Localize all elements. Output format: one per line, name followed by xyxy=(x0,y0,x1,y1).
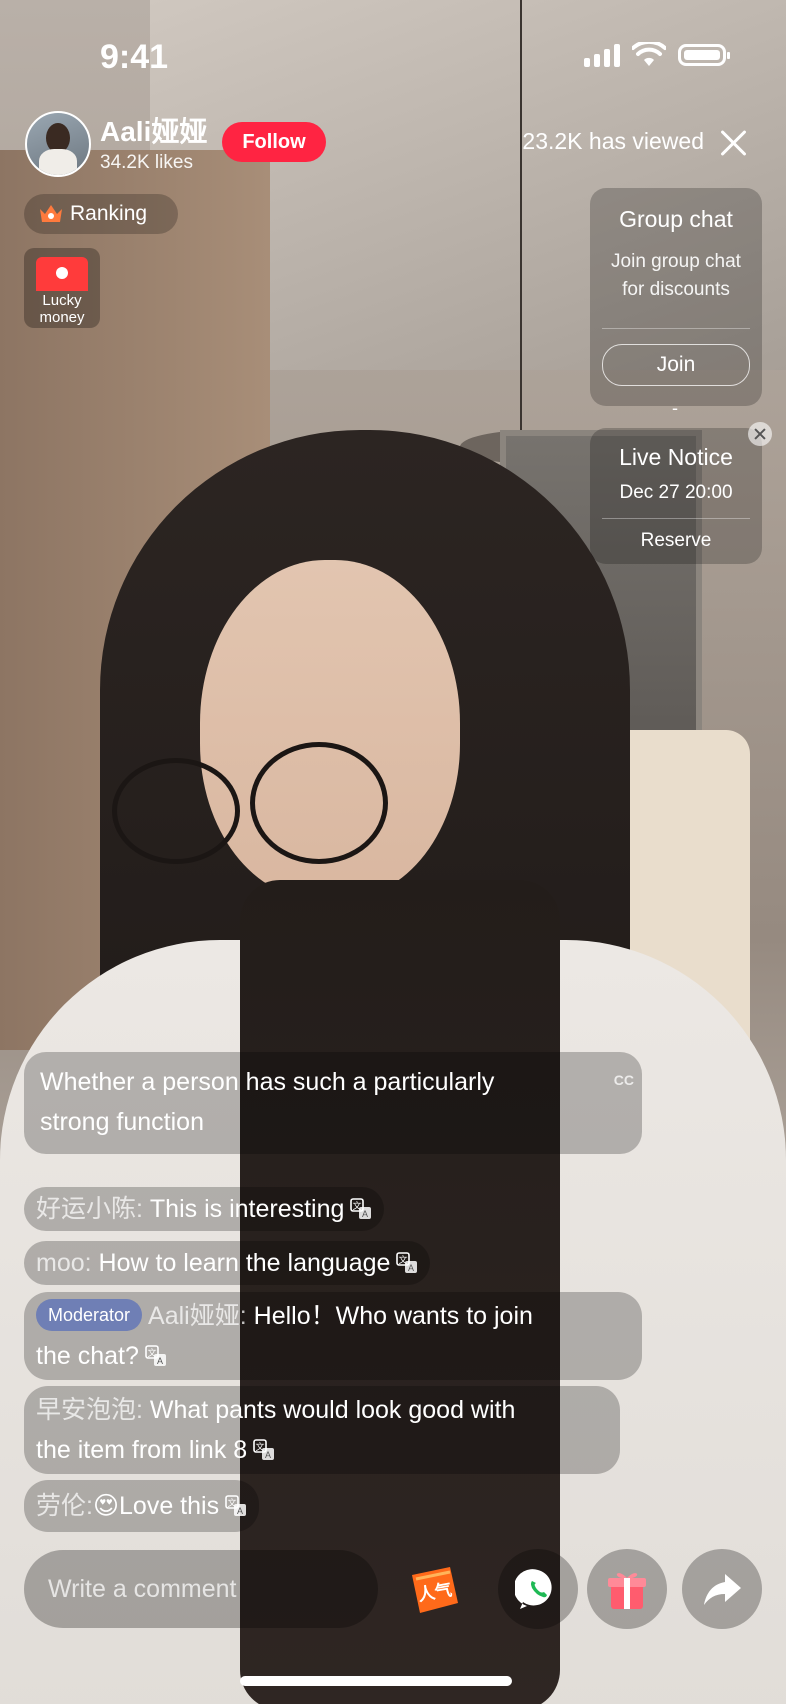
chat-nickname[interactable]: 劳伦: xyxy=(36,1492,93,1520)
chat-message[interactable]: 劳伦:😍Love this 文 A xyxy=(24,1480,260,1532)
red-envelope-icon xyxy=(36,257,88,291)
translate-icon[interactable]: 文A xyxy=(350,1198,372,1220)
group-chat-description-line2: for discounts xyxy=(622,279,730,300)
chat-nickname[interactable]: 早安泡泡: xyxy=(36,1396,143,1424)
group-chat-divider xyxy=(602,328,750,329)
reserve-button[interactable]: Reserve xyxy=(590,530,762,552)
ranking-button[interactable]: Ranking xyxy=(24,194,178,234)
group-chat-page-indicator: - xyxy=(672,398,678,418)
host-likes: 34.2K likes xyxy=(100,152,193,173)
group-chat-card: Group chat Join group chat for discounts… xyxy=(590,188,762,406)
phone-icon xyxy=(515,1569,552,1609)
svg-text:A: A xyxy=(157,1356,163,1366)
cc-badge[interactable]: CC xyxy=(614,1060,634,1100)
live-caption: CC Whether a person has such a particula… xyxy=(24,1052,642,1154)
chat-nickname[interactable]: Aali娅娅: xyxy=(148,1302,247,1330)
gift-icon xyxy=(608,1573,646,1609)
chat-text-line1: What pants would look good with xyxy=(142,1396,516,1424)
close-icon[interactable] xyxy=(748,422,772,446)
live-notice-title: Live Notice xyxy=(619,444,733,470)
cellular-signal-icon xyxy=(584,43,620,67)
moderator-badge: Moderator xyxy=(36,1299,143,1331)
chat-nickname[interactable]: 好运小陈: xyxy=(36,1195,143,1223)
svg-text:A: A xyxy=(408,1263,414,1273)
svg-text:A: A xyxy=(265,1450,271,1460)
join-group-button[interactable]: Join xyxy=(602,344,750,386)
caption-line1: Whether a person has such a particularly xyxy=(40,1068,495,1096)
live-notice-divider xyxy=(602,518,750,519)
svg-text:A: A xyxy=(237,1506,243,1516)
caption-line2: strong function xyxy=(40,1108,204,1136)
share-button[interactable] xyxy=(682,1549,762,1629)
group-chat-description: Join group chat for discounts xyxy=(590,248,762,304)
comment-input[interactable] xyxy=(24,1550,378,1628)
video-streamer-glasses-left xyxy=(112,758,240,864)
popular-icon[interactable]: 人气 xyxy=(406,1563,462,1617)
chat-text-line2: the chat? xyxy=(36,1342,139,1370)
chat-nickname[interactable]: moo: xyxy=(36,1249,92,1277)
status-bar-time: 9:41 xyxy=(100,38,169,76)
svg-text:A: A xyxy=(362,1209,368,1219)
crown-icon xyxy=(38,202,64,226)
translate-icon[interactable]: 文A xyxy=(253,1439,275,1461)
heart-eyes-emoji: 😍 xyxy=(92,1492,120,1520)
chat-text-line1: Hello！Who wants to join xyxy=(246,1302,533,1330)
home-indicator[interactable] xyxy=(240,1676,512,1686)
chat-message[interactable]: moo: How to learn the language 文 A xyxy=(24,1241,431,1285)
chat-text-line2: the item from link 8 xyxy=(36,1436,248,1464)
chat-message[interactable]: Moderator Aali娅娅: Hello！Who wants to join… xyxy=(24,1292,642,1380)
video-background-lamp-cord xyxy=(520,0,522,430)
chat-text: This is interesting xyxy=(142,1195,345,1223)
group-chat-title: Group chat xyxy=(619,206,733,232)
video-streamer-glasses-right xyxy=(250,742,388,864)
translate-icon[interactable]: 文A xyxy=(396,1252,418,1274)
host-avatar[interactable] xyxy=(25,111,91,177)
status-bar-icons xyxy=(584,42,730,68)
share-icon xyxy=(704,1574,741,1605)
wifi-icon xyxy=(632,42,666,66)
close-icon[interactable] xyxy=(718,128,748,158)
gift-button[interactable] xyxy=(587,1549,667,1629)
lucky-money-label-line1: Lucky xyxy=(42,292,82,309)
live-notice-time: Dec 27 20:00 xyxy=(619,482,733,503)
call-button[interactable] xyxy=(498,1549,578,1629)
live-stream-screen: 9:41 Aali娅娅 34.2K likes Follow 23.2K has… xyxy=(0,0,786,1704)
translate-icon[interactable]: 文A xyxy=(145,1345,167,1367)
viewer-count[interactable]: 23.2K has viewed xyxy=(522,128,704,155)
chat-message[interactable]: 好运小陈: This is interesting 文 A xyxy=(24,1187,385,1231)
chat-text: How to learn the language xyxy=(91,1249,391,1277)
ranking-label: Ranking xyxy=(70,202,148,225)
battery-icon xyxy=(678,44,730,66)
host-name[interactable]: Aali娅娅 xyxy=(100,110,207,150)
lucky-money-button[interactable]: Lucky money xyxy=(24,248,100,328)
chat-text: Love this xyxy=(119,1492,220,1520)
live-notice-card: Live Notice Dec 27 20:00 Reserve xyxy=(590,422,772,564)
chat-message[interactable]: 早安泡泡: What pants would look good with th… xyxy=(24,1386,620,1474)
translate-icon[interactable]: 文A xyxy=(225,1495,247,1517)
lucky-money-label-line2: money xyxy=(39,309,85,326)
group-chat-description-line1: Join group chat xyxy=(611,251,741,272)
follow-button[interactable]: Follow xyxy=(222,122,326,162)
